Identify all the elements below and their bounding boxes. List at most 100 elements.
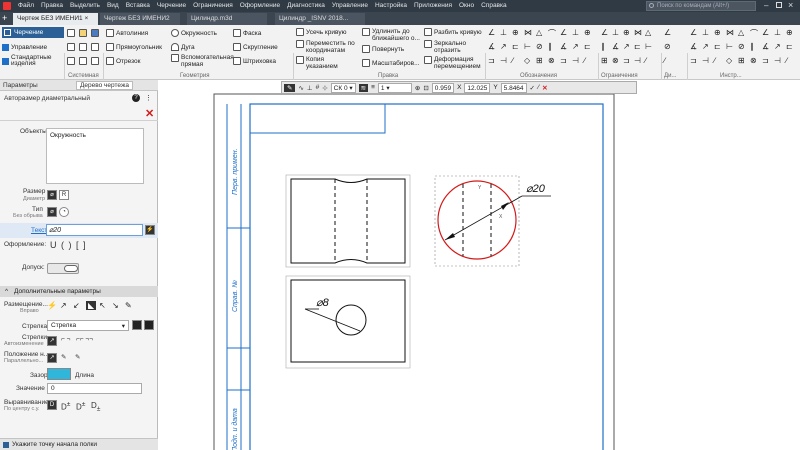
instrument-icon-25[interactable]: ⊣ — [774, 56, 781, 65]
copy-icon[interactable] — [91, 43, 99, 51]
menu-item-0[interactable]: Файл — [18, 2, 34, 9]
annotation-icon-15[interactable]: ∡ — [560, 42, 567, 51]
annotation-icon-5[interactable]: ⌒ — [548, 28, 556, 39]
instrument-icon-17[interactable]: ⊏ — [786, 42, 793, 51]
tab-drawing-2[interactable]: Чертеж БЕЗ ИМЕНИ2 — [100, 13, 180, 25]
value-input[interactable]: 0 — [47, 383, 142, 394]
instrument-icon-16[interactable]: ↗ — [774, 42, 781, 51]
standard-parts-button[interactable]: Стандартные изделия — [2, 54, 52, 67]
pen-icon[interactable]: ✎ — [284, 83, 296, 92]
ortho-icon[interactable]: ⊥ — [307, 84, 313, 92]
instrument-icon-3[interactable]: ⋈ — [726, 28, 734, 37]
tab-parameters[interactable]: Параметры — [3, 82, 38, 89]
annotation-icon-11[interactable]: ⊏ — [512, 42, 519, 51]
local-cs-icon[interactable]: ⊹ — [322, 84, 327, 92]
split-curve-button[interactable]: Разбить кривую — [424, 28, 482, 36]
diameter-size-button[interactable]: ⌀ — [47, 190, 57, 200]
arc-button[interactable]: Дуга — [171, 43, 195, 51]
constraint-icon-5[interactable]: ∥ — [601, 42, 605, 51]
close-window-button[interactable]: × — [788, 0, 793, 10]
zoom-window-icon[interactable]: ⊡ — [423, 84, 428, 92]
arrows-auto-button[interactable]: ↗ — [47, 336, 57, 346]
drawing-canvas[interactable]: Перв. примен. Справ. № Подп. и дата ⌀20 … — [159, 80, 800, 450]
segment-button[interactable]: Отрезок — [106, 57, 141, 65]
instrument-icon-5[interactable]: ⌒ — [750, 28, 758, 39]
instrument-icon-13[interactable]: ⊘ — [738, 42, 745, 51]
instrument-icon-1[interactable]: ⊥ — [702, 28, 709, 37]
zoom-icon[interactable]: ⊕ — [415, 84, 420, 92]
annotation-icon-2[interactable]: ⊕ — [512, 28, 519, 37]
menu-item-9[interactable]: Управление — [332, 2, 368, 9]
align-top-icon[interactable]: D± — [61, 401, 70, 412]
instrument-icon-6[interactable]: ∠ — [762, 28, 769, 37]
constraint-icon-4[interactable]: △ — [645, 28, 651, 37]
annotation-icon-21[interactable]: ◇ — [524, 56, 530, 65]
diagnostic-icon-2[interactable]: ∕ — [664, 56, 665, 65]
tab-drawing-1[interactable]: Чертеж БЕЗ ИМЕНИ1 × — [13, 13, 98, 25]
chamfer-button[interactable]: Фаска — [233, 29, 261, 37]
menu-item-8[interactable]: Диагностика — [287, 2, 325, 9]
instrument-icon-10[interactable]: ↗ — [702, 42, 709, 51]
format-value[interactable]: U ( ) [ ] — [50, 240, 87, 250]
layers-icon[interactable]: ≡ — [371, 84, 375, 91]
paste-icon[interactable] — [91, 57, 99, 65]
radius-size-button[interactable]: R — [59, 190, 69, 200]
settings-icon[interactable]: ⁄ — [538, 84, 539, 91]
zoom-input[interactable]: 0.959 — [431, 82, 455, 93]
constraint-icon-14[interactable]: ∕ — [645, 56, 646, 65]
extra-params-header[interactable]: ^ Дополнительные параметры — [0, 286, 158, 297]
constraint-icon-0[interactable]: ∠ — [601, 28, 608, 37]
tab-cylinder-isnv[interactable]: Цилиндр _ISNV 2018... — [275, 13, 365, 25]
instrument-icon-19[interactable]: ⊣ — [702, 56, 709, 65]
instrument-icon-26[interactable]: ∕ — [786, 56, 787, 65]
scale-button[interactable]: Масштабиров... — [362, 59, 420, 67]
position-horizontal-icon[interactable]: ✎ — [61, 353, 66, 361]
save-icon[interactable] — [91, 29, 99, 37]
position-parallel-button[interactable]: ↗ — [47, 353, 57, 363]
annotation-icon-16[interactable]: ↗ — [572, 42, 579, 51]
help-icon[interactable]: ? — [132, 94, 140, 102]
dimension-text-20[interactable]: ⌀20 — [526, 183, 546, 195]
instrument-icon-2[interactable]: ⊕ — [714, 28, 721, 37]
menu-item-1[interactable]: Правка — [41, 2, 63, 9]
annotation-icon-23[interactable]: ⊗ — [548, 56, 555, 65]
constraint-icon-12[interactable]: ⊐ — [623, 56, 630, 65]
deform-button[interactable]: Деформация перемещением — [424, 56, 492, 70]
fillet-button[interactable]: Скругление — [233, 43, 278, 51]
annotation-icon-17[interactable]: ⊏ — [584, 42, 591, 51]
constraint-icon-10[interactable]: ⊞ — [601, 56, 608, 65]
annotation-icon-3[interactable]: ⋈ — [524, 28, 532, 37]
align-right-icon[interactable]: D± — [91, 401, 100, 413]
constraint-icon-1[interactable]: ⊥ — [612, 28, 619, 37]
arrow-style-button-1[interactable] — [132, 320, 142, 330]
constraint-icon-8[interactable]: ⊏ — [634, 42, 641, 51]
diagnostic-icon-1[interactable]: ⊘ — [664, 42, 671, 51]
print-icon[interactable] — [67, 43, 75, 51]
annotation-icon-25[interactable]: ⊣ — [572, 56, 579, 65]
menu-item-5[interactable]: Черчение — [157, 2, 186, 9]
mode-selector[interactable]: Черчение — [2, 27, 64, 38]
instrument-icon-4[interactable]: △ — [738, 28, 744, 37]
diagnostic-icon-0[interactable]: ∠ — [664, 28, 671, 37]
align-center-button[interactable]: D — [47, 400, 57, 410]
constraint-icon-3[interactable]: ⋈ — [634, 28, 642, 37]
grid-icon[interactable]: # — [316, 84, 320, 91]
cut-icon[interactable] — [79, 43, 87, 51]
no-break-type-button[interactable]: ⌀ — [47, 207, 57, 217]
constraint-icon-7[interactable]: ↗ — [623, 42, 630, 51]
placement-option-6[interactable]: ✎ — [125, 301, 132, 310]
annotation-icon-18[interactable]: ⊐ — [488, 56, 495, 65]
new-file-icon[interactable] — [67, 29, 75, 37]
layer-icon[interactable]: ≋ — [358, 83, 369, 92]
constraint-icon-11[interactable]: ⊗ — [612, 56, 619, 65]
annotation-icon-6[interactable]: ∠ — [560, 28, 567, 37]
menu-item-3[interactable]: Вид — [107, 2, 119, 9]
instrument-icon-21[interactable]: ◇ — [726, 56, 732, 65]
move-by-coords-button[interactable]: Переместить по координатам — [296, 40, 358, 54]
placement-option-1[interactable]: ↗ — [60, 301, 67, 310]
align-bottom-icon[interactable]: D± — [76, 401, 85, 412]
cs-select[interactable]: СК 0 ▾ — [330, 82, 356, 93]
extend-to-nearest-button[interactable]: Удлинить до ближайшего о... — [362, 28, 427, 42]
annotation-icon-13[interactable]: ⊘ — [536, 42, 543, 51]
instrument-icon-18[interactable]: ⊐ — [690, 56, 697, 65]
